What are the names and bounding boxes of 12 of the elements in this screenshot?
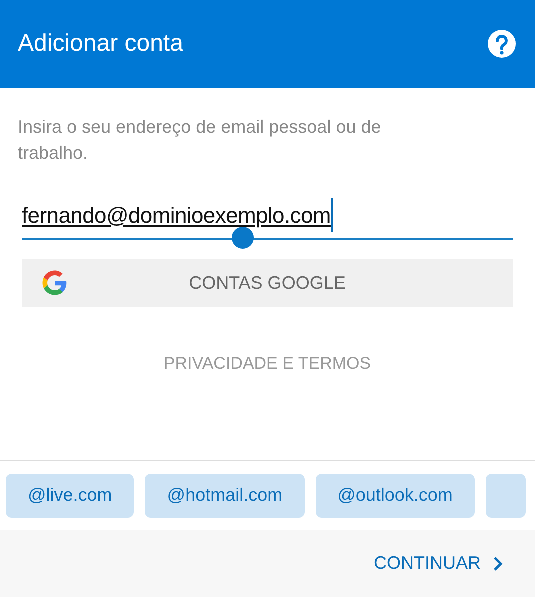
continue-button[interactable]: CONTINUAR bbox=[374, 550, 503, 577]
domain-chip[interactable]: @hotmail.com bbox=[145, 474, 305, 518]
google-accounts-button[interactable]: CONTAS GOOGLE bbox=[22, 259, 513, 307]
header-title: Adicionar conta bbox=[18, 29, 184, 59]
domain-chip[interactable]: @live.com bbox=[6, 474, 134, 518]
google-logo-icon bbox=[41, 269, 69, 297]
instruction-text: Insira o seu endereço de email pessoal ou de trabalho. bbox=[18, 116, 382, 165]
privacy-link[interactable]: PRIVACIDADE E TERMOS bbox=[164, 351, 372, 376]
help-icon[interactable] bbox=[488, 30, 516, 58]
cursor-handle[interactable] bbox=[232, 227, 254, 249]
domain-chip[interactable]: @outlook.com bbox=[316, 474, 475, 518]
chevron-right-icon bbox=[493, 556, 503, 572]
